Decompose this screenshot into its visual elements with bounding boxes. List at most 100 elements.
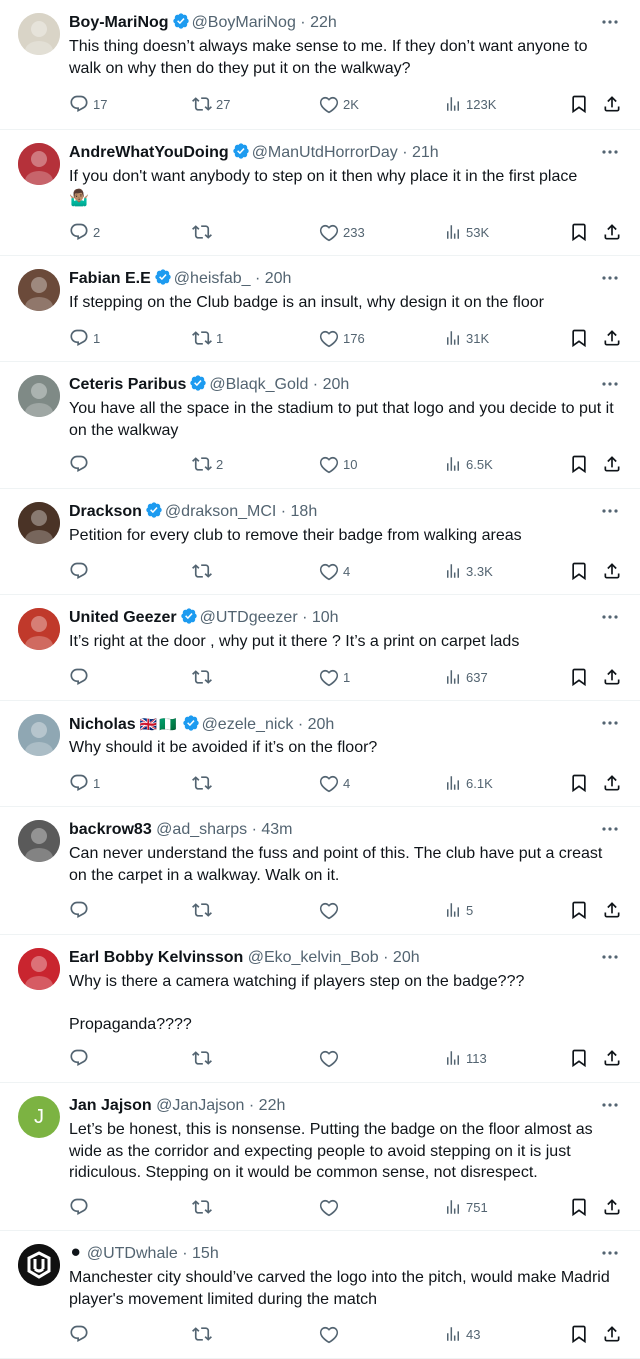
tweet[interactable]: Nicholas 🇬🇧🇳🇬 @ezele_nick · 20h Why should … xyxy=(0,701,640,807)
reply-button[interactable] xyxy=(69,1195,93,1219)
timestamp[interactable]: 22h xyxy=(310,14,337,31)
timestamp[interactable]: 22h xyxy=(259,1097,286,1114)
timestamp[interactable]: 18h xyxy=(291,503,318,520)
views-button[interactable]: 53K xyxy=(444,220,489,244)
more-icon[interactable] xyxy=(600,714,620,732)
tweet[interactable]: United Geezer @UTDgeezer · 10h It’s right … xyxy=(0,595,640,701)
more-icon[interactable] xyxy=(600,269,620,287)
reply-button[interactable]: 1 xyxy=(69,771,100,795)
like-button[interactable]: 4 xyxy=(319,559,350,583)
like-button[interactable] xyxy=(319,1195,343,1219)
more-icon[interactable] xyxy=(600,608,620,626)
views-button[interactable]: 6.5K xyxy=(444,452,493,476)
timestamp[interactable]: 20h xyxy=(308,716,335,733)
share-button[interactable] xyxy=(602,771,622,795)
reply-button[interactable] xyxy=(69,898,93,922)
tweet[interactable]: J Jan Jajson @JanJajson · 22h Let’s be hon… xyxy=(0,1083,640,1231)
timestamp[interactable]: 43m xyxy=(261,821,292,838)
author-name[interactable]: Fabian E.E xyxy=(69,270,151,287)
share-button[interactable] xyxy=(602,559,622,583)
reply-button[interactable]: 17 xyxy=(69,92,107,116)
more-icon[interactable] xyxy=(600,820,620,838)
avatar[interactable] xyxy=(18,608,60,650)
tweet[interactable]: Boy-MariNog @BoyMariNog · 22h This thing d… xyxy=(0,0,640,130)
bookmark-button[interactable] xyxy=(569,92,589,116)
retweet-button[interactable]: 1 xyxy=(192,326,223,350)
reply-button[interactable]: 1 xyxy=(69,326,100,350)
views-button[interactable]: 6.1K xyxy=(444,771,493,795)
author-handle[interactable]: @BoyMariNog xyxy=(192,14,296,31)
author-handle[interactable]: @heisfab_ xyxy=(174,270,251,287)
like-button[interactable]: 1 xyxy=(319,665,350,689)
bookmark-button[interactable] xyxy=(569,1322,589,1346)
author-name[interactable]: Boy-MariNog xyxy=(69,14,169,31)
author-name[interactable]: AndreWhatYouDoing xyxy=(69,144,229,161)
share-button[interactable] xyxy=(602,1046,622,1070)
reply-button[interactable] xyxy=(69,1322,93,1346)
avatar[interactable]: J xyxy=(18,1096,60,1138)
timestamp[interactable]: 10h xyxy=(312,609,339,626)
author-name[interactable]: Drackson xyxy=(69,503,142,520)
retweet-button[interactable] xyxy=(192,665,216,689)
retweet-button[interactable]: 27 xyxy=(192,92,230,116)
retweet-button[interactable] xyxy=(192,1046,216,1070)
timestamp[interactable]: 20h xyxy=(393,949,420,966)
share-button[interactable] xyxy=(602,898,622,922)
author-handle[interactable]: @Blaqk_Gold xyxy=(209,376,308,393)
retweet-button[interactable] xyxy=(192,559,216,583)
reply-button[interactable]: 2 xyxy=(69,220,100,244)
retweet-button[interactable] xyxy=(192,1322,216,1346)
views-button[interactable]: 3.3K xyxy=(444,559,493,583)
more-icon[interactable] xyxy=(600,1096,620,1114)
tweet[interactable]: ⚫ @UTDwhale · 15h Manchester city should’… xyxy=(0,1231,640,1359)
share-button[interactable] xyxy=(602,1322,622,1346)
author-handle[interactable]: @ManUtdHorrorDay xyxy=(252,144,398,161)
author-handle[interactable]: @JanJajson xyxy=(156,1097,244,1114)
more-icon[interactable] xyxy=(600,13,620,31)
tweet[interactable]: Ceteris Paribus @Blaqk_Gold · 20h You have… xyxy=(0,362,640,489)
avatar[interactable] xyxy=(18,143,60,185)
bookmark-button[interactable] xyxy=(569,220,589,244)
timestamp[interactable]: 20h xyxy=(265,270,292,287)
bookmark-button[interactable] xyxy=(569,665,589,689)
author-name[interactable]: Earl Bobby Kelvinsson xyxy=(69,949,243,966)
more-icon[interactable] xyxy=(600,143,620,161)
timestamp[interactable]: 20h xyxy=(323,376,350,393)
author-name[interactable]: United Geezer xyxy=(69,609,177,626)
tweet[interactable]: Earl Bobby Kelvinsson @Eko_kelvin_Bob · … xyxy=(0,935,640,1083)
share-button[interactable] xyxy=(602,1195,622,1219)
retweet-button[interactable] xyxy=(192,1195,216,1219)
reply-button[interactable] xyxy=(69,665,93,689)
share-button[interactable] xyxy=(602,220,622,244)
tweet[interactable]: Drackson @drakson_MCI · 18h Petition for e… xyxy=(0,489,640,595)
avatar[interactable] xyxy=(18,269,60,311)
avatar[interactable] xyxy=(18,714,60,756)
like-button[interactable]: 2K xyxy=(319,92,359,116)
retweet-button[interactable] xyxy=(192,771,216,795)
bookmark-button[interactable] xyxy=(569,771,589,795)
tweet[interactable]: Fabian E.E @heisfab_ · 20h If stepping on … xyxy=(0,256,640,362)
more-icon[interactable] xyxy=(600,502,620,520)
tweet[interactable]: AndreWhatYouDoing @ManUtdHorrorDay · 21h I… xyxy=(0,130,640,256)
like-button[interactable]: 4 xyxy=(319,771,350,795)
reply-button[interactable] xyxy=(69,559,93,583)
views-button[interactable]: 31K xyxy=(444,326,489,350)
like-button[interactable] xyxy=(319,1046,343,1070)
like-button[interactable]: 10 xyxy=(319,452,357,476)
bookmark-button[interactable] xyxy=(569,559,589,583)
bookmark-button[interactable] xyxy=(569,898,589,922)
author-name[interactable]: backrow83 xyxy=(69,821,152,838)
bookmark-button[interactable] xyxy=(569,452,589,476)
more-icon[interactable] xyxy=(600,948,620,966)
avatar[interactable] xyxy=(18,820,60,862)
timestamp[interactable]: 15h xyxy=(192,1245,219,1262)
tweet[interactable]: backrow83 @ad_sharps · 43m Can never unde… xyxy=(0,807,640,935)
like-button[interactable] xyxy=(319,898,343,922)
views-button[interactable]: 43 xyxy=(444,1322,480,1346)
bookmark-button[interactable] xyxy=(569,1046,589,1070)
bookmark-button[interactable] xyxy=(569,326,589,350)
reply-button[interactable] xyxy=(69,1046,93,1070)
author-handle[interactable]: @ad_sharps xyxy=(156,821,247,838)
retweet-button[interactable]: 2 xyxy=(192,452,223,476)
author-name[interactable]: Jan Jajson xyxy=(69,1097,152,1114)
